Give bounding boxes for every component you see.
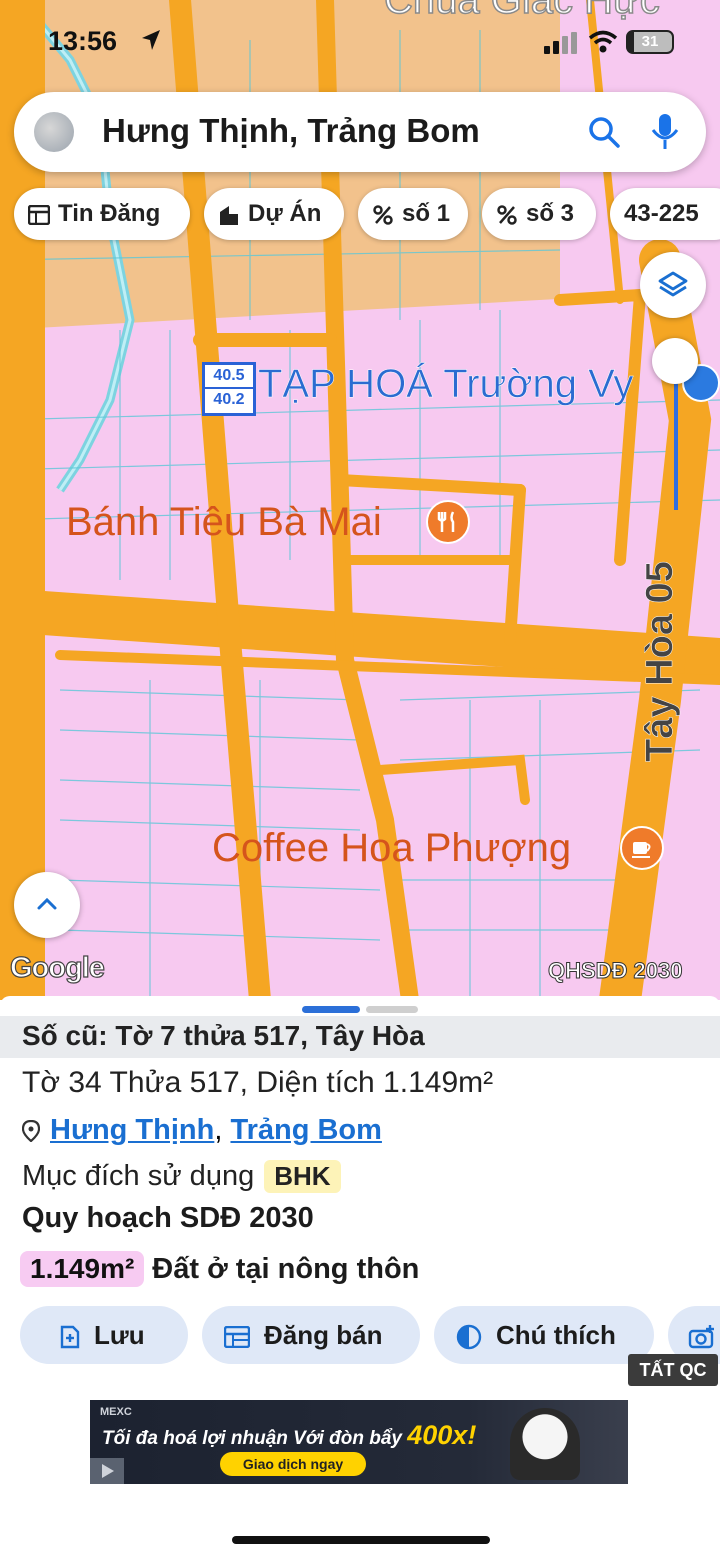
google-logo: Google — [9, 951, 105, 984]
microphone-icon[interactable] — [650, 112, 680, 152]
layer-tag: QHSDĐ 2030 — [548, 958, 684, 984]
add-file-icon — [60, 1325, 80, 1349]
chip-label: Tin Đăng — [58, 200, 161, 227]
address-line: Hưng Thịnh, Trảng Bom — [22, 1114, 382, 1147]
add-photo-icon — [688, 1325, 714, 1349]
action-buttons: Lưu Đăng bán Chú thích — [0, 1306, 720, 1366]
chip-du-an[interactable]: Dự Án — [204, 188, 344, 240]
plan-title: Quy hoạch SDĐ 2030 — [22, 1202, 314, 1234]
building-icon — [220, 205, 238, 225]
address-separator: , — [214, 1114, 223, 1146]
chip-label: số 1 — [402, 200, 451, 227]
old-number-text: Số cũ: Tờ 7 thửa 517, Tây Hòa — [22, 1020, 425, 1051]
ad-cta-button[interactable]: Giao dịch ngay — [220, 1452, 366, 1476]
status-bar: 13:56 31 — [0, 18, 720, 66]
search-icon[interactable] — [586, 114, 622, 150]
save-button[interactable]: Lưu — [20, 1306, 188, 1364]
road-label: Tây Hòa 05 — [638, 561, 682, 762]
ad-headline: Tối đa hoá lợi nhuận Với đòn bẩy 400x! — [102, 1420, 476, 1451]
opacity-slider-track[interactable] — [674, 380, 678, 510]
table-icon — [28, 204, 50, 225]
parcel-number-bottom: 40.2 — [213, 391, 245, 408]
hide-ads-button[interactable]: TẤT QC — [628, 1354, 718, 1386]
percent-icon — [373, 204, 393, 225]
ad-highlight: 400x! — [407, 1420, 477, 1450]
search-bar[interactable]: Hưng Thịnh, Trảng Bom — [14, 92, 706, 172]
legend-button[interactable]: Chú thích — [434, 1306, 654, 1364]
signal-icon — [544, 32, 577, 54]
chip-label: 43-225 — [624, 200, 699, 227]
parcel-info-sheet: Số cũ: Tờ 7 thửa 517, Tây Hòa Tờ 34 Thửa… — [0, 996, 720, 1557]
post-sale-label: Đăng bán — [264, 1320, 383, 1350]
plan-area-row: 1.149m² Đất ở tại nông thôn — [20, 1251, 419, 1287]
ad-brand: MEXC — [100, 1406, 132, 1418]
parcel-number-top: 40.5 — [205, 365, 253, 389]
home-indicator[interactable] — [232, 1536, 490, 1544]
legend-label: Chú thích — [496, 1320, 616, 1350]
parcel-info: Tờ 34 Thửa 517, Diện tích 1.149m² — [22, 1066, 494, 1099]
search-input[interactable]: Hưng Thịnh, Trảng Bom — [102, 112, 480, 150]
ad-banner[interactable]: MEXC Tối đa hoá lợi nhuận Với đòn bẩy 40… — [90, 1400, 628, 1484]
layers-icon — [658, 271, 688, 297]
parcel-number-box[interactable]: 40.5 40.2 — [202, 362, 256, 416]
expand-button[interactable] — [14, 872, 80, 938]
chip-so-3[interactable]: số 3 — [482, 188, 596, 240]
old-number-bar: Số cũ: Tờ 7 thửa 517, Tây Hòa — [0, 1016, 720, 1058]
land-use-purpose: Mục đích sử dụng BHK — [22, 1160, 341, 1193]
chevron-up-icon — [37, 897, 57, 910]
chip-tin-dang[interactable]: Tin Đăng — [14, 188, 190, 240]
penguin-image — [510, 1408, 580, 1480]
table-icon — [224, 1326, 250, 1349]
chip-43-225[interactable]: 43-225 — [610, 188, 720, 240]
clock: 13:56 — [48, 26, 118, 56]
avatar[interactable] — [34, 112, 74, 152]
cafe-pin-icon[interactable] — [620, 826, 664, 870]
poi-label-tap-hoa[interactable]: TẠP HOÁ Trường Vy — [258, 362, 634, 407]
post-sale-button[interactable]: Đăng bán — [202, 1306, 420, 1364]
ad-choices-icon[interactable] — [90, 1458, 124, 1484]
ad-headline-text: Tối đa hoá lợi nhuận Với đòn bẩy — [102, 1428, 402, 1449]
poi-label-banh-tieu[interactable]: Bánh Tiêu Bà Mai — [66, 500, 382, 545]
percent-icon — [497, 204, 517, 225]
sheet-handle-secondary[interactable] — [366, 1006, 418, 1013]
save-label: Lưu — [94, 1320, 145, 1350]
district-link[interactable]: Trảng Bom — [230, 1114, 381, 1146]
area-badge: 1.149m² — [20, 1251, 145, 1287]
opacity-slider-handle[interactable] — [652, 338, 698, 384]
layers-button[interactable] — [640, 252, 706, 318]
sheet-handle[interactable] — [302, 1006, 360, 1013]
chip-label: Dự Án — [248, 200, 322, 227]
purpose-code-badge: BHK — [264, 1160, 341, 1193]
battery-icon: 31 — [626, 30, 674, 54]
location-arrow-icon — [142, 30, 160, 50]
chip-label: số 3 — [526, 200, 575, 227]
restaurant-pin-icon[interactable] — [426, 500, 470, 544]
filter-chips: Tin Đăng Dự Án số 1 số 3 43-225 — [14, 188, 720, 240]
contrast-icon — [456, 1324, 482, 1350]
wifi-icon — [588, 30, 618, 53]
ward-link[interactable]: Hưng Thịnh — [50, 1114, 214, 1146]
location-pin-icon — [22, 1120, 40, 1143]
purpose-label: Mục đích sử dụng — [22, 1160, 255, 1192]
poi-label-coffee[interactable]: Coffee Hoa Phượng — [212, 826, 571, 871]
chip-so-1[interactable]: số 1 — [358, 188, 468, 240]
land-type: Đất ở tại nông thôn — [152, 1253, 420, 1285]
